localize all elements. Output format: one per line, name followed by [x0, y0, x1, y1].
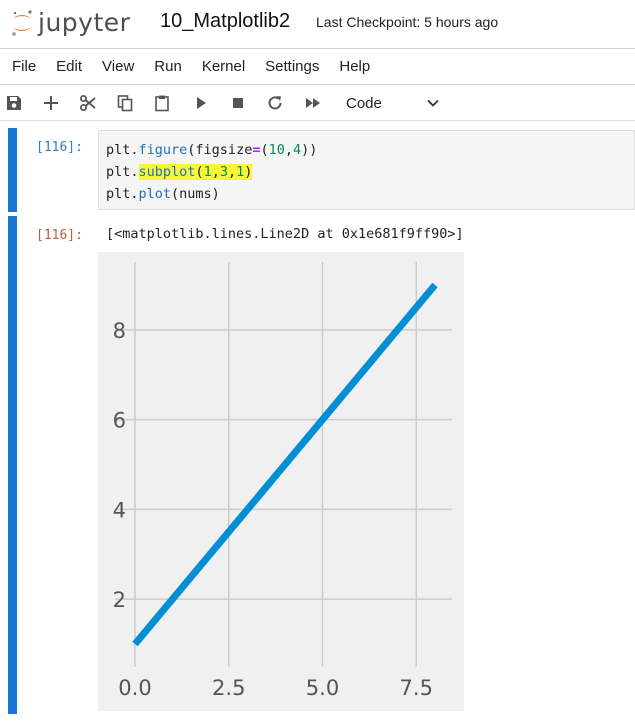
output-repr: [<matplotlib.lines.Line2D at 0x1e681f9ff…: [106, 226, 464, 242]
code-token: 1: [203, 164, 212, 180]
menu-bar: File Edit View Run Kernel Settings Help: [0, 50, 635, 84]
code-token: 3: [219, 164, 228, 180]
stop-button[interactable]: [227, 92, 249, 114]
code-token: plt.: [106, 142, 139, 158]
code-token: ,: [227, 164, 237, 180]
input-prompt: [116]:: [36, 140, 83, 155]
menu-kernel[interactable]: Kernel: [192, 50, 255, 84]
save-button[interactable]: [3, 92, 25, 114]
notebook-toolbar: Code: [0, 86, 635, 120]
restart-button[interactable]: [264, 92, 286, 114]
menu-edit[interactable]: Edit: [46, 50, 92, 84]
save-icon: [7, 96, 21, 110]
x-tick-label: 2.5: [212, 676, 245, 700]
top-header: jupyter 10_Matplotlib2 Last Checkpoint: …: [0, 0, 635, 48]
code-token: subplot: [138, 164, 196, 180]
notebook-title[interactable]: 10_Matplotlib2: [160, 10, 290, 33]
x-tick-label: 0.0: [118, 676, 151, 700]
menu-settings[interactable]: Settings: [255, 50, 329, 84]
code-token: (: [260, 142, 269, 158]
x-tick-label: 5.0: [306, 676, 339, 700]
code-token: (: [195, 164, 204, 180]
logo-text: jupyter: [38, 7, 131, 37]
x-tick-label: 7.5: [400, 676, 433, 700]
menu-divider: [0, 84, 635, 85]
y-tick-label: 8: [113, 319, 126, 343]
checkpoint-status: Last Checkpoint: 5 hours ago: [316, 14, 499, 30]
code-token: plot: [138, 186, 172, 202]
cell-type-select[interactable]: Code: [338, 91, 448, 115]
chevron-down-icon: [427, 99, 439, 107]
copy-button[interactable]: [114, 92, 136, 114]
code-token: (nums): [171, 186, 220, 202]
code-token: plt.: [106, 164, 139, 180]
paste-icon: [155, 95, 169, 112]
code-editor[interactable]: plt.figure(figsize=(10,4)) plt.subplot(1…: [98, 130, 635, 210]
plot-output: 0.0 2.5 5.0 7.5 2 4 6 8: [98, 252, 464, 711]
run-button[interactable]: [190, 92, 212, 114]
code-token: )): [301, 142, 318, 158]
add-cell-icon: [44, 96, 58, 110]
menu-run[interactable]: Run: [144, 50, 192, 84]
output-cell-collapser[interactable]: [8, 216, 17, 714]
line-chart: 0.0 2.5 5.0 7.5 2 4 6 8: [98, 252, 464, 711]
code-token: ): [244, 164, 253, 180]
cell-type-value: Code: [346, 94, 382, 112]
paste-button[interactable]: [151, 92, 173, 114]
header-divider: [0, 48, 635, 49]
jupyter-logo[interactable]: jupyter: [10, 6, 130, 40]
y-tick-label: 2: [113, 588, 126, 612]
add-cell-button[interactable]: [40, 92, 62, 114]
code-token: ,: [211, 164, 220, 180]
code-line: plt.subplot(1,3,1): [106, 161, 627, 183]
menu-help[interactable]: Help: [329, 50, 380, 84]
menu-view[interactable]: View: [92, 50, 144, 84]
y-tick-label: 4: [113, 498, 126, 522]
restart-icon: [268, 96, 282, 110]
toolbar-divider: [0, 120, 635, 121]
stop-icon: [233, 98, 243, 108]
copy-icon: [117, 95, 133, 112]
code-token: 4: [293, 142, 302, 158]
code-token: (figsize: [187, 142, 253, 158]
run-icon: [197, 97, 206, 109]
y-tick-label: 6: [113, 409, 126, 433]
code-token: ,: [284, 142, 294, 158]
code-token: 10: [268, 142, 285, 158]
run-all-button[interactable]: [302, 92, 324, 114]
jupyter-logo-icon: [12, 10, 32, 36]
cut-icon: [80, 95, 96, 111]
input-cell-collapser[interactable]: [8, 128, 17, 212]
code-token: figure: [138, 142, 188, 158]
code-line: plt.figure(figsize=(10,4)): [106, 139, 627, 161]
menu-file[interactable]: File: [2, 50, 46, 84]
fast-forward-icon: [306, 98, 320, 108]
output-prompt: [116]:: [36, 228, 83, 243]
code-line: plt.plot(nums): [106, 183, 627, 205]
cut-button[interactable]: [77, 92, 99, 114]
code-token: plt.: [106, 186, 139, 202]
